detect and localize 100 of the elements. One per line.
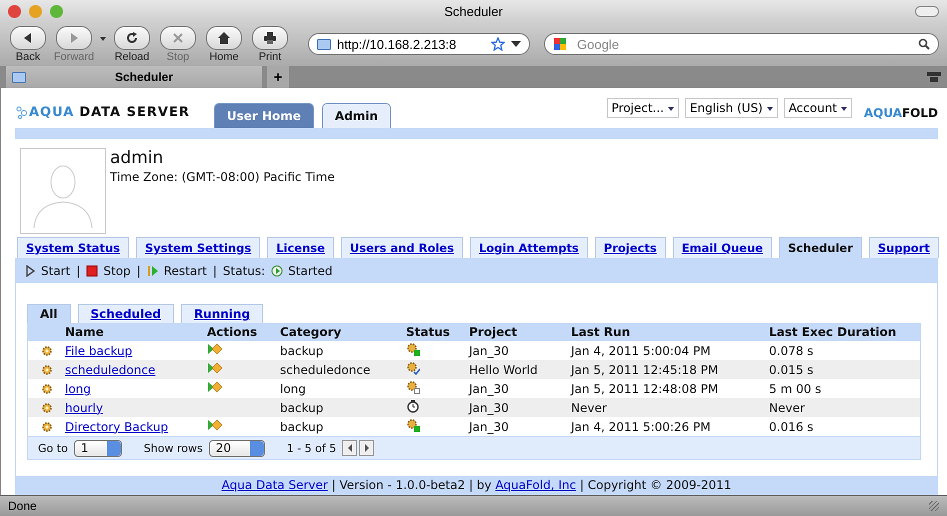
table-cell: 0.078 s bbox=[769, 341, 920, 360]
table-cell: backup bbox=[280, 341, 406, 360]
square-icon bbox=[86, 265, 98, 277]
job-link[interactable]: Directory Backup bbox=[65, 420, 168, 434]
table-cell: Jan 5, 2011 12:45:18 PM bbox=[571, 360, 769, 379]
gear-status-icon bbox=[406, 418, 420, 432]
table-cell: 0.015 s bbox=[769, 360, 920, 379]
status-label: Status: bbox=[222, 264, 266, 278]
filter-tab[interactable]: All bbox=[27, 304, 71, 323]
table-cell: Never bbox=[571, 398, 769, 417]
filter-tab[interactable]: Running bbox=[180, 304, 264, 323]
new-tab-button[interactable]: + bbox=[267, 66, 289, 88]
separator-text: | bbox=[136, 264, 141, 278]
toolbar-toggle-button[interactable] bbox=[915, 6, 939, 16]
column-header: Last Exec Duration bbox=[769, 323, 920, 341]
show-rows-label: Show rows bbox=[144, 442, 203, 454]
bar-play-icon bbox=[146, 265, 159, 277]
gear-icon bbox=[40, 382, 52, 394]
footer-link[interactable]: AquaFold, Inc bbox=[495, 478, 576, 492]
dropdown-menu[interactable]: English (US) bbox=[684, 98, 778, 118]
table-cell: long bbox=[280, 379, 406, 398]
house-icon bbox=[217, 30, 231, 44]
footer-link[interactable]: Aqua Data Server bbox=[222, 478, 328, 492]
settings-tab[interactable]: System Status bbox=[17, 237, 129, 258]
logo: AQUA DATA SERVER bbox=[15, 104, 190, 128]
page-stepper[interactable]: 1 bbox=[74, 440, 122, 456]
job-link[interactable]: hourly bbox=[65, 400, 103, 414]
run-icon[interactable] bbox=[207, 419, 223, 431]
table-cell: Jan_30 bbox=[469, 417, 571, 436]
settings-tab[interactable]: Projects bbox=[594, 237, 666, 258]
run-icon[interactable] bbox=[207, 343, 223, 355]
settings-tab[interactable]: License bbox=[267, 237, 334, 258]
close-button[interactable] bbox=[8, 4, 21, 18]
table-cell: Jan_30 bbox=[469, 341, 571, 360]
run-icon[interactable] bbox=[207, 362, 223, 374]
page-range-text: 1 - 5 of 5 bbox=[286, 442, 336, 454]
resize-grip-icon[interactable] bbox=[929, 501, 939, 511]
stop-button[interactable]: Stop bbox=[86, 264, 131, 278]
logo: AQUAFOLD bbox=[864, 106, 938, 122]
tab-list-icon[interactable] bbox=[927, 71, 941, 83]
search-field[interactable]: Google bbox=[544, 33, 939, 55]
main-tab[interactable]: User Home bbox=[214, 102, 314, 128]
play-icon bbox=[24, 265, 36, 277]
dropdown-caret-icon[interactable] bbox=[511, 41, 521, 47]
stop-icon bbox=[171, 30, 185, 44]
table-cell: Hello World bbox=[469, 360, 571, 379]
browser-tab[interactable]: Scheduler bbox=[6, 66, 262, 88]
table-cell: backup bbox=[280, 398, 406, 417]
gear-status-icon bbox=[406, 361, 420, 375]
table-cell: Jan_30 bbox=[469, 379, 571, 398]
gear-status-icon bbox=[406, 380, 420, 394]
folder-icon bbox=[12, 71, 26, 83]
circle-play-icon bbox=[271, 265, 284, 277]
window-title: Scheduler bbox=[444, 4, 503, 18]
separator-text: | bbox=[212, 264, 217, 278]
status-text: Started bbox=[271, 264, 332, 278]
table-cell: backup bbox=[280, 417, 406, 436]
column-header: Name bbox=[65, 323, 207, 341]
user-name: admin bbox=[110, 148, 164, 168]
run-icon[interactable] bbox=[207, 381, 223, 393]
table-cell: scheduledonce bbox=[280, 360, 406, 379]
gear-icon bbox=[40, 364, 52, 376]
search-icon[interactable] bbox=[918, 38, 930, 50]
gear-icon bbox=[40, 402, 52, 414]
settings-tab[interactable]: System Settings bbox=[136, 237, 260, 258]
table-cell: 5 m 00 s bbox=[769, 379, 920, 398]
main-tab[interactable]: Admin bbox=[322, 102, 391, 128]
table-cell: Jan 4, 2011 5:00:04 PM bbox=[571, 341, 769, 360]
rows-stepper[interactable]: 20 bbox=[208, 440, 265, 456]
footer-text: Aqua Data Server | Version - 1.0.0-beta2 | by AquaFold, Inc | Copyright © 2009-2011 bbox=[222, 478, 732, 492]
dropdown-menu[interactable]: Project... bbox=[606, 98, 679, 118]
previous-page-button[interactable] bbox=[342, 440, 358, 456]
filter-tab[interactable]: Scheduled bbox=[78, 304, 174, 323]
gear-status-icon bbox=[406, 342, 420, 356]
settings-tab[interactable]: Login Attempts bbox=[470, 237, 588, 258]
next-page-button[interactable] bbox=[359, 440, 374, 456]
settings-tab[interactable]: Users and Roles bbox=[340, 237, 463, 258]
go-to-label: Go to bbox=[38, 442, 68, 454]
restart-button[interactable]: Restart bbox=[146, 264, 207, 278]
settings-tab[interactable]: Scheduler bbox=[778, 237, 862, 258]
start-button[interactable]: Start bbox=[24, 264, 70, 278]
printer-icon bbox=[263, 30, 277, 44]
job-link[interactable]: long bbox=[65, 382, 91, 396]
address-field[interactable]: http://10.168.2.213:8 bbox=[308, 33, 530, 55]
settings-tab[interactable]: Email Queue bbox=[672, 237, 772, 258]
table-cell: 0.016 s bbox=[769, 417, 920, 436]
table-cell: Jan_30 bbox=[469, 398, 571, 417]
stopwatch-icon bbox=[406, 399, 420, 413]
column-header: Status bbox=[406, 323, 469, 341]
job-link[interactable]: File backup bbox=[65, 344, 132, 358]
table-cell: Jan 5, 2011 12:48:08 PM bbox=[571, 379, 769, 398]
table-cell: Jan 4, 2011 5:00:26 PM bbox=[571, 417, 769, 436]
multicolor-logo-icon bbox=[553, 37, 569, 51]
settings-tab[interactable]: Support bbox=[868, 237, 939, 258]
column-header: Project bbox=[469, 323, 571, 341]
column-header: Category bbox=[280, 323, 406, 341]
dropdown-menu[interactable]: Account bbox=[784, 98, 852, 118]
star-icon[interactable] bbox=[491, 37, 505, 51]
column-header: Actions bbox=[207, 323, 280, 341]
time-zone-text: Time Zone: (GMT:-08:00) Pacific Time bbox=[110, 170, 335, 184]
